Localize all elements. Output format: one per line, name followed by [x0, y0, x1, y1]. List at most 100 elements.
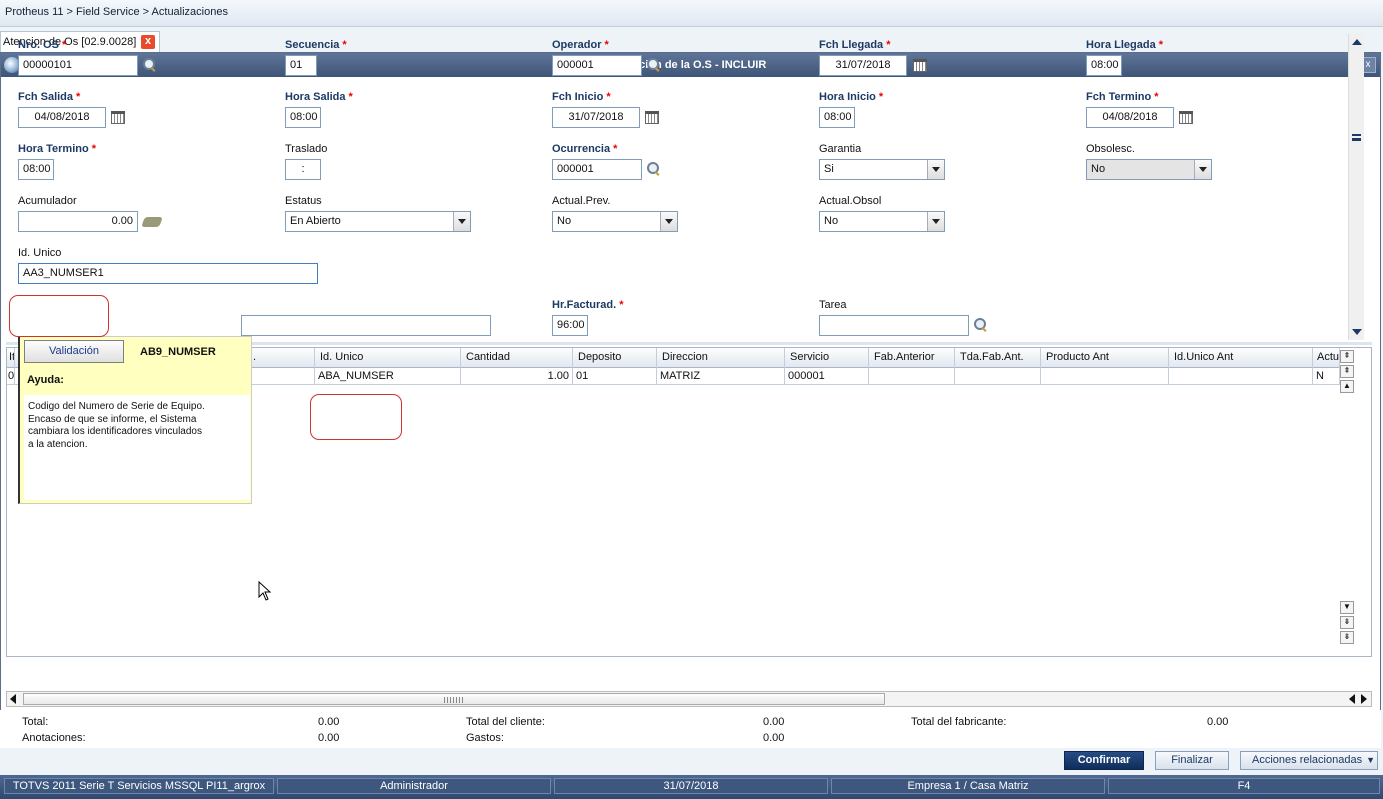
label-nro-os: Nro. OS *	[18, 39, 67, 51]
chevron-down-icon[interactable]	[927, 212, 944, 231]
col-direccion[interactable]: Direccion	[657, 348, 785, 368]
scroll-up-icon[interactable]	[1352, 39, 1362, 45]
hora-inicio-input[interactable]: 08:00	[819, 107, 855, 128]
scroll-page-up-icon[interactable]: ⇞	[1340, 365, 1354, 378]
cell-id-unico-ant[interactable]	[1169, 368, 1313, 385]
hr-facturad-input[interactable]: 96:00	[552, 315, 588, 336]
cell-tda-fab-ant[interactable]	[955, 368, 1041, 385]
search-icon[interactable]	[974, 318, 988, 332]
garantia-select[interactable]: Si	[819, 159, 945, 180]
cell-fab-anterior[interactable]	[869, 368, 955, 385]
label-fch-llegada: Fch Llegada *	[819, 39, 891, 51]
actual-prev-select[interactable]: No	[552, 211, 678, 232]
chevron-down-icon[interactable]	[927, 160, 944, 179]
chevron-down-icon[interactable]	[660, 212, 677, 231]
cell-actualiz[interactable]: N	[1313, 368, 1340, 385]
ocurrencia-input[interactable]: 000001	[552, 159, 642, 180]
validacion-button[interactable]: Validación	[24, 340, 124, 363]
scroll-down-icon[interactable]: ▼	[1340, 601, 1354, 614]
field-help-popup: Validación AB9_NUMSER Ayuda: Codigo del …	[18, 336, 252, 504]
label-hr-facturad: Hr.Facturad. *	[552, 299, 624, 311]
hora-llegada-input[interactable]: 08:00	[1086, 55, 1122, 76]
fch-salida-input[interactable]: 04/08/2018	[18, 107, 106, 128]
secuencia-input[interactable]: 01	[285, 55, 317, 76]
form-scrollbar[interactable]	[1348, 34, 1364, 340]
col-servicio[interactable]: Servicio	[785, 348, 869, 368]
operador-input[interactable]: 000001	[552, 55, 642, 76]
cell-deposito[interactable]: 01	[573, 368, 657, 385]
fch-termino-input[interactable]: 04/08/2018	[1086, 107, 1174, 128]
scroll-left-icon[interactable]	[10, 694, 16, 704]
col-id-unico-ant[interactable]: Id.Unico Ant	[1169, 348, 1313, 368]
scroll-grip-icon[interactable]	[1352, 134, 1361, 141]
mouse-cursor-icon	[258, 581, 272, 601]
id-unico-input[interactable]: AA3_NUMSER1	[18, 263, 318, 284]
fch-llegada-input[interactable]: 31/07/2018	[819, 55, 907, 76]
col-fab-anterior[interactable]: Fab.Anterior	[869, 348, 955, 368]
cell-it[interactable]: 01	[7, 368, 15, 385]
traslado-input[interactable]: :	[285, 159, 321, 180]
scroll-left-icon[interactable]	[1349, 694, 1355, 704]
grid-horizontal-scrollbar[interactable]	[6, 691, 1372, 707]
highlight-id-unico-field	[9, 295, 109, 337]
cell-servicio[interactable]: 000001	[785, 368, 869, 385]
scroll-down-icon[interactable]	[1352, 329, 1362, 335]
col-deposito[interactable]: Deposito	[573, 348, 657, 368]
money-icon[interactable]	[141, 217, 163, 227]
search-icon[interactable]	[143, 58, 157, 72]
calendar-icon[interactable]	[111, 111, 125, 124]
label-obsolesc: Obsolesc.	[1086, 143, 1135, 155]
hidden-field-input[interactable]	[241, 315, 491, 336]
confirmar-button[interactable]: Confirmar	[1064, 751, 1144, 770]
col-it[interactable]: It	[7, 348, 15, 368]
calendar-icon[interactable]	[1179, 111, 1193, 124]
hora-termino-input[interactable]: 08:00	[18, 159, 54, 180]
scroll-thumb[interactable]	[23, 693, 885, 705]
chevron-down-icon[interactable]	[1194, 160, 1211, 179]
finalizar-button[interactable]: Finalizar	[1155, 751, 1229, 770]
chevron-down-icon[interactable]	[453, 212, 470, 231]
estatus-select[interactable]: En Abierto	[285, 211, 471, 232]
acumulador-input[interactable]: 0.00	[18, 211, 138, 232]
fch-inicio-input[interactable]: 31/07/2018	[552, 107, 640, 128]
status-environment: TOTVS 2011 Serie T Servicios MSSQL PI11_…	[4, 778, 274, 794]
col-tda-fab-ant[interactable]: Tda.Fab.Ant.	[955, 348, 1041, 368]
status-key: F4	[1108, 778, 1380, 794]
breadcrumb: Protheus 11 > Field Service > Actualizac…	[0, 0, 1383, 27]
obsolesc-select[interactable]: No	[1086, 159, 1212, 180]
search-icon[interactable]	[647, 58, 661, 72]
label-actual-obsol: Actual.Obsol	[819, 195, 882, 207]
calendar-icon[interactable]	[645, 111, 659, 124]
col-actualiz[interactable]: Actualiz	[1313, 348, 1340, 368]
help-line: Encaso de que se informe, el Sistema	[28, 413, 197, 425]
label-id-unico: Id. Unico	[18, 247, 62, 259]
scroll-right-icon[interactable]	[1361, 694, 1367, 704]
actual-obsol-value: No	[824, 215, 839, 227]
status-user: Administrador	[277, 778, 551, 794]
label-fch-salida: Fch Salida *	[18, 91, 81, 103]
col-producto-ant[interactable]: Producto Ant	[1041, 348, 1169, 368]
acciones-relacionadas-button[interactable]: Acciones relacionadas ▼	[1240, 751, 1378, 770]
hora-salida-input[interactable]: 08:00	[285, 107, 321, 128]
cell-id-unico[interactable]: ABA_NUMSER	[315, 368, 461, 385]
anotaciones-label: Anotaciones:	[22, 732, 86, 744]
total-cliente-value: 0.00	[763, 716, 785, 728]
scroll-up-icon[interactable]: ▲	[1340, 380, 1354, 393]
cell-cantidad[interactable]: 1.00	[461, 368, 573, 385]
tarea-input[interactable]	[819, 315, 969, 336]
scroll-top-icon[interactable]: ⇞	[1340, 350, 1354, 363]
cell-producto-ant[interactable]	[1041, 368, 1169, 385]
status-company: Empresa 1 / Casa Matriz	[831, 778, 1105, 794]
actual-obsol-select[interactable]: No	[819, 211, 945, 232]
calendar-icon[interactable]	[913, 59, 927, 72]
col-id-unico[interactable]: Id. Unico	[315, 348, 461, 368]
col-cantidad[interactable]: Cantidad	[461, 348, 573, 368]
search-icon[interactable]	[647, 162, 661, 176]
scroll-bottom-icon[interactable]: ⇟	[1340, 631, 1354, 644]
totals-panel: Total: 0.00 Anotaciones: 0.00 Total del …	[0, 710, 1381, 748]
status-bar: TOTVS 2011 Serie T Servicios MSSQL PI11_…	[0, 775, 1383, 799]
cell-direccion[interactable]: MATRIZ	[657, 368, 785, 385]
scroll-page-down-icon[interactable]: ⇟	[1340, 616, 1354, 629]
obsolesc-value: No	[1091, 163, 1106, 175]
nro-os-input[interactable]: 00000101	[18, 55, 138, 76]
